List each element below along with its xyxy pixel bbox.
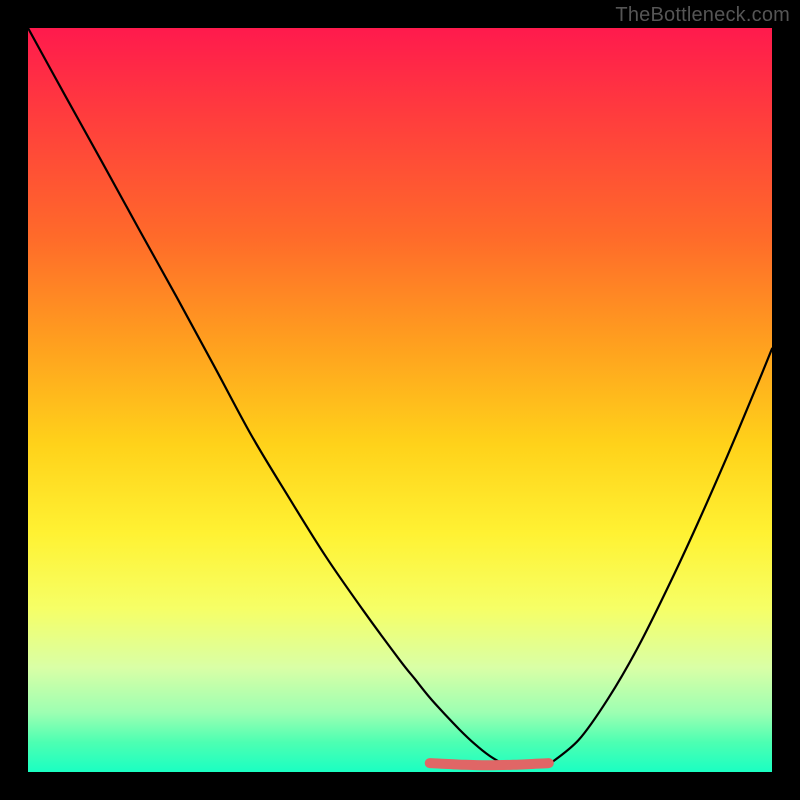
- curve-group: [28, 28, 772, 765]
- chart-frame: TheBottleneck.com: [0, 0, 800, 800]
- curve-right-line: [549, 349, 772, 765]
- chart-plot-area: [28, 28, 772, 772]
- chart-svg: [28, 28, 772, 772]
- highlight-band: [430, 763, 549, 765]
- watermark-text: TheBottleneck.com: [615, 4, 790, 27]
- curve-left-line: [28, 28, 504, 765]
